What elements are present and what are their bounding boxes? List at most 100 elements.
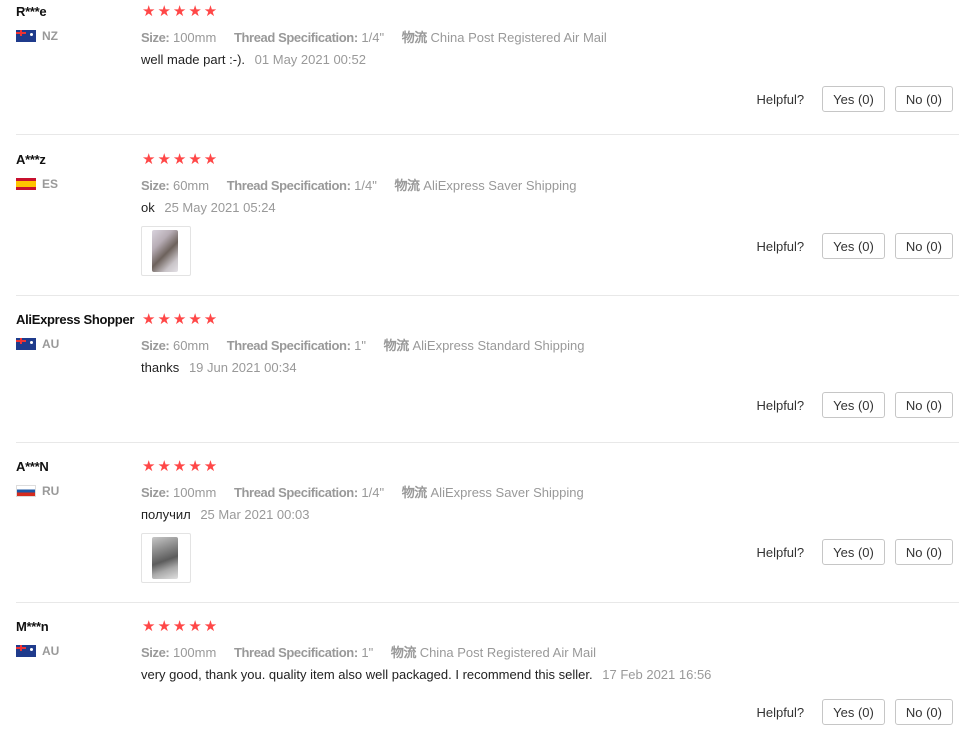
helpful-no-button[interactable]: No (0) [894,233,953,259]
spec-label: 物流 [401,485,428,500]
helpful-yes-button[interactable]: Yes (0) [822,392,885,418]
es-flag-icon [16,178,36,190]
review-date: 25 May 2021 05:24 [164,200,276,215]
spec-label: Size: [141,338,170,353]
ru-flag-icon [16,485,36,497]
helpful-label: Helpful? [756,91,805,107]
helpful-yes-button[interactable]: Yes (0) [822,233,885,259]
review-comment: ok 25 May 2021 05:24 [141,200,276,215]
star-rating: ★★★★★ [142,458,220,475]
country-code: NZ [42,29,58,43]
au-flag-icon [16,645,36,657]
reviewer-country: RU [16,484,59,498]
helpful-yes-button[interactable]: Yes (0) [822,86,885,112]
spec-label: Thread Specification: [226,338,351,353]
review-item: R***e NZ ★★★★★ Size: 100mm Thread Specif… [16,0,959,135]
star-rating: ★★★★★ [142,151,220,168]
helpful-label: Helpful? [756,397,805,413]
spec-value: 1" [361,645,374,660]
spec-value: 100mm [172,485,217,500]
review-comment: well made part :-). 01 May 2021 00:52 [141,52,366,67]
helpful-vote: Helpful? Yes (0) No (0) [756,392,953,418]
spec-label: Size: [141,30,170,45]
spec-value: 60mm [172,178,210,193]
spec-label: 物流 [390,645,417,660]
order-specs: Size: 100mm Thread Specification: 1/4" 物… [141,482,584,501]
helpful-no-button[interactable]: No (0) [894,86,953,112]
helpful-label: Helpful? [756,544,805,560]
review-date: 19 Jun 2021 00:34 [188,360,297,375]
spec-value: 1/4" [354,178,377,193]
helpful-yes-button[interactable]: Yes (0) [822,699,885,725]
star-rating: ★★★★★ [142,618,220,635]
spec-label: Size: [141,645,170,660]
reviewer-country: AU [16,644,59,658]
helpful-vote: Helpful? Yes (0) No (0) [756,233,953,259]
country-code: ES [42,177,59,191]
review-photo-thumbnail[interactable] [141,533,191,583]
review-item: AliExpress Shopper AU ★★★★★ Size: 60mm T… [16,308,959,443]
review-photo-thumbnail[interactable] [141,226,191,276]
au-flag-icon [16,338,36,350]
country-code: RU [42,484,60,498]
review-photo [152,537,178,579]
reviewer-name: AliExpress Shopper [16,312,135,327]
spec-value: China Post Registered Air Mail [419,645,596,660]
comment-text: very good, thank you. quality item also … [141,667,593,682]
spec-label: Thread Specification: [233,30,358,45]
review-comment: thanks 19 Jun 2021 00:34 [141,360,297,375]
spec-label: 物流 [394,178,420,193]
spec-label: Thread Specification: [233,485,358,500]
helpful-no-button[interactable]: No (0) [894,539,953,565]
reviewer-country: ES [16,177,58,191]
helpful-label: Helpful? [756,704,805,720]
helpful-vote: Helpful? Yes (0) No (0) [756,86,953,112]
country-code: AU [42,644,60,658]
order-specs: Size: 60mm Thread Specification: 1/4" 物流… [141,175,576,194]
comment-text: thanks [141,360,180,375]
reviewer-name: R***e [16,4,47,19]
spec-value: 100mm [172,30,217,45]
spec-label: Size: [141,178,170,193]
reviewer-country: NZ [16,29,58,43]
spec-value: AliExpress Standard Shipping [412,338,585,353]
reviewer-name: A***N [16,459,49,474]
review-date: 01 May 2021 00:52 [254,52,366,67]
spec-label: 物流 [401,30,428,45]
review-date: 25 Mar 2021 00:03 [200,507,310,522]
comment-text: получил [141,507,191,522]
spec-value: 100mm [172,645,217,660]
review-item: A***z ES ★★★★★ Size: 60mm Thread Specifi… [16,148,959,296]
star-rating: ★★★★★ [142,311,220,328]
reviewer-name: A***z [16,152,46,167]
order-specs: Size: 60mm Thread Specification: 1" 物流 A… [141,335,584,354]
review-date: 17 Feb 2021 16:56 [602,667,712,682]
nz-flag-icon [16,30,36,42]
helpful-yes-button[interactable]: Yes (0) [822,539,885,565]
spec-value: 1" [354,338,366,353]
spec-value: China Post Registered Air Mail [430,30,607,45]
comment-text: well made part :-). [141,52,246,67]
review-item: A***N RU ★★★★★ Size: 100mm Thread Specif… [16,455,959,603]
reviewer-name: M***n [16,619,49,634]
spec-label: Thread Specification: [226,178,351,193]
spec-value: AliExpress Saver Shipping [430,485,584,500]
star-rating: ★★★★★ [142,3,220,20]
helpful-no-button[interactable]: No (0) [894,699,953,725]
reviewer-country: AU [16,337,59,351]
review-photo [152,230,178,272]
order-specs: Size: 100mm Thread Specification: 1" 物流 … [141,642,596,661]
helpful-label: Helpful? [756,238,805,254]
spec-value: AliExpress Saver Shipping [423,178,577,193]
review-item: M***n AU ★★★★★ Size: 100mm Thread Specif… [16,615,959,742]
spec-label: Thread Specification: [233,645,358,660]
spec-value: 1/4" [361,30,385,45]
spec-value: 1/4" [361,485,385,500]
helpful-vote: Helpful? Yes (0) No (0) [756,699,953,725]
comment-text: ok [141,200,155,215]
helpful-no-button[interactable]: No (0) [894,392,953,418]
review-comment: very good, thank you. quality item also … [141,667,711,682]
review-comment: получил 25 Mar 2021 00:03 [141,507,309,522]
spec-label: 物流 [383,338,410,353]
country-code: AU [42,337,60,351]
